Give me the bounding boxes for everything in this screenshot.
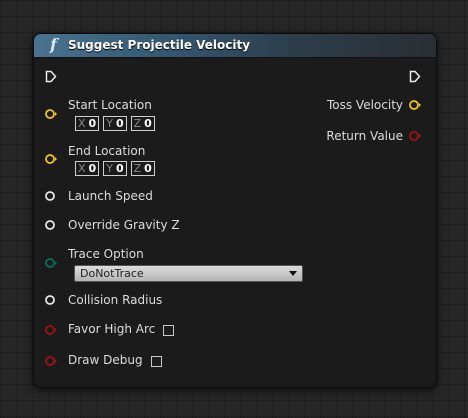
override-gravity-z-label: Override Gravity Z: [68, 218, 180, 232]
collision-radius-pin-icon[interactable]: [45, 294, 57, 306]
start-location-z-field[interactable]: Z0: [130, 116, 155, 131]
favor-high-arc-pin-icon[interactable]: [45, 324, 57, 336]
trace-option-label: Trace Option: [68, 247, 144, 261]
suggest-projectile-velocity-node[interactable]: f Suggest Projectile Velocity Start Loca…: [33, 33, 437, 388]
launch-speed-pin-icon[interactable]: [45, 190, 57, 202]
end-location-z-field[interactable]: Z0: [130, 161, 155, 176]
exec-input-pin-icon[interactable]: [45, 70, 57, 83]
toss-velocity-label: Toss Velocity: [326, 98, 403, 112]
trace-option-selected: DoNotTrace: [80, 267, 144, 280]
override-gravity-z-pin-icon[interactable]: [45, 219, 57, 231]
draw-debug-pin-icon[interactable]: [45, 355, 57, 367]
start-location-vector: X0 Y0 Z0: [75, 116, 155, 131]
collision-radius-label: Collision Radius: [68, 293, 163, 307]
end-location-label: End Location: [68, 144, 146, 158]
start-location-x-field[interactable]: X0: [75, 116, 100, 131]
start-location-y-field[interactable]: Y0: [103, 116, 127, 131]
return-value-pin-icon[interactable]: [409, 130, 421, 142]
end-location-y-field[interactable]: Y0: [103, 161, 127, 176]
node-title: Suggest Projectile Velocity: [68, 38, 251, 52]
toss-velocity-pin-icon[interactable]: [409, 99, 421, 111]
favor-high-arc-checkbox[interactable]: [163, 325, 174, 336]
start-location-pin-icon[interactable]: [45, 108, 57, 120]
function-icon: f: [50, 35, 57, 54]
draw-debug-checkbox[interactable]: [151, 356, 162, 367]
chevron-down-icon: [289, 271, 297, 276]
launch-speed-label: Launch Speed: [68, 189, 153, 203]
exec-output-pin-icon[interactable]: [409, 70, 421, 83]
start-location-label: Start Location: [68, 98, 152, 112]
trace-option-pin-icon[interactable]: [45, 257, 57, 269]
favor-high-arc-label: Favor High Arc: [68, 322, 156, 336]
return-value-label: Return Value: [326, 129, 403, 143]
draw-debug-label: Draw Debug: [68, 353, 143, 367]
end-location-pin-icon[interactable]: [45, 153, 57, 165]
end-location-x-field[interactable]: X0: [75, 161, 100, 176]
end-location-vector: X0 Y0 Z0: [75, 161, 155, 176]
node-header[interactable]: f Suggest Projectile Velocity: [34, 34, 436, 58]
trace-option-dropdown[interactable]: DoNotTrace: [74, 265, 303, 282]
